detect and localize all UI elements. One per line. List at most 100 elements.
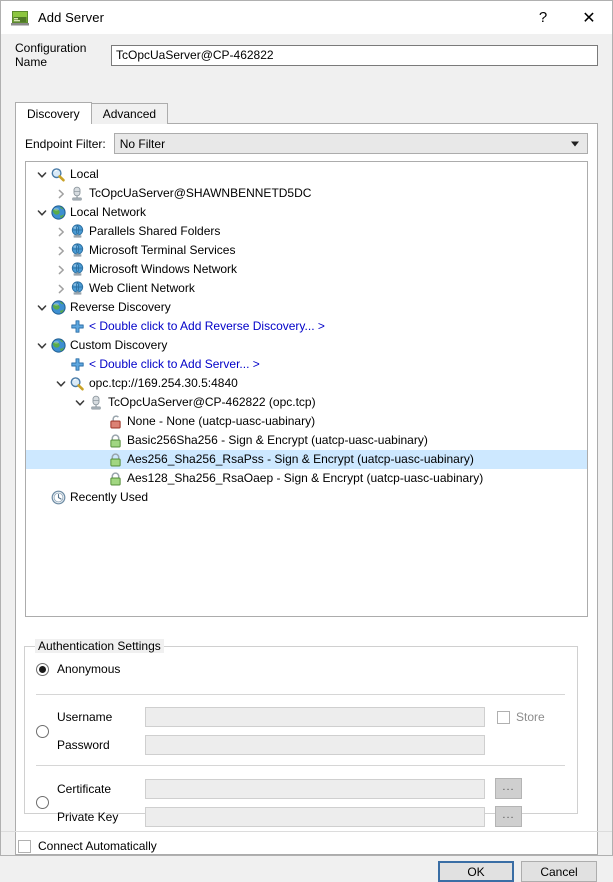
tree-item[interactable]: Aes256_Sha256_RsaPss - Sign & Encrypt (u… [26,450,587,469]
cancel-button[interactable]: Cancel [521,861,597,882]
configuration-name-input[interactable] [111,44,598,66]
chevron-down-icon[interactable] [34,336,49,355]
tree-item-label: < Double click to Add Server... > [89,357,260,371]
private-key-input[interactable] [145,806,485,827]
private-key-label: Private Key [57,809,119,824]
anonymous-radio[interactable] [36,662,49,676]
certificate-browse-button[interactable]: ... [495,778,522,799]
lock-icon [106,450,124,469]
authentication-settings-group: Authentication Settings Anonymous Userna… [24,639,578,827]
tree-item-label: Microsoft Terminal Services [89,243,236,257]
certificate-label: Certificate [57,781,112,796]
tree-item-label: Parallels Shared Folders [89,224,221,238]
help-button[interactable]: ? [520,1,566,34]
tree-item-label: Aes128_Sha256_RsaOaep - Sign & Encrypt (… [127,471,484,485]
tab-discovery[interactable]: Discovery [15,102,92,124]
chevron-down-icon[interactable] [34,298,49,317]
chevron-down-icon[interactable] [53,374,68,393]
tree-item-label: Web Client Network [89,281,195,295]
globe-icon [49,298,67,317]
tree-item[interactable]: < Double click to Add Reverse Discovery.… [26,317,587,336]
tree-item[interactable]: Microsoft Terminal Services [26,241,587,260]
tree-item[interactable]: Microsoft Windows Network [26,260,587,279]
tree-item-label: < Double click to Add Reverse Discovery.… [89,319,325,333]
certificate-option-block: Certificate ... Private Key ... [24,772,578,832]
endpoint-filter-value: No Filter [119,136,166,151]
connect-automatically-row[interactable]: Connect Automatically [18,839,157,853]
tree-item[interactable]: Basic256Sha256 - Sign & Encrypt (uatcp-u… [26,431,587,450]
auth-divider-1 [36,694,565,695]
endpoint-filter-dropdown[interactable]: No Filter [113,133,588,154]
tree-item[interactable]: opc.tcp://169.254.30.5:4840 [26,374,587,393]
chevron-right-icon[interactable] [53,279,68,298]
tree-item[interactable]: Reverse Discovery [26,298,587,317]
username-input[interactable] [145,707,485,727]
chevron-down-icon[interactable] [34,203,49,222]
server-app-icon [11,9,29,27]
lock-open-icon [106,412,124,431]
tree-item[interactable]: TcOpcUaServer@CP-462822 (opc.tcp) [26,393,587,412]
lock-icon [106,469,124,488]
tree-item-label: Local Network [70,205,147,219]
tree-item[interactable]: None - None (uatcp-uasc-uabinary) [26,412,587,431]
chevron-down-icon [571,141,579,146]
tree-item[interactable]: < Double click to Add Server... > [26,355,587,374]
chevron-down-icon[interactable] [34,165,49,184]
store-checkbox-wrap[interactable]: Store [497,710,545,724]
lock-icon [106,431,124,450]
password-input[interactable] [145,735,485,755]
window-title: Add Server [38,10,105,25]
tree-item[interactable]: Recently Used [26,488,587,507]
tree-item[interactable]: Parallels Shared Folders [26,222,587,241]
anonymous-label: Anonymous [57,662,121,676]
tree-item[interactable]: Web Client Network [26,279,587,298]
tab-advanced[interactable]: Advanced [90,103,169,124]
store-checkbox[interactable] [497,710,510,724]
discovery-tree[interactable]: Local TcOpcUaServer@SHAWNBENNETD5DC Local … [25,161,588,617]
auth-divider-2 [36,765,565,766]
tree-item-label: Local [70,167,99,181]
tree-item-label: TcOpcUaServer@SHAWNBENNETD5DC [89,186,312,200]
network-icon [68,222,86,241]
footer-divider [1,831,612,832]
private-key-browse-button[interactable]: ... [495,806,522,827]
chevron-right-icon[interactable] [53,222,68,241]
username-label: Username [57,710,113,724]
add-server-dialog: Add Server ? ✕ Configuration Name Discov… [0,0,613,882]
certificate-input[interactable] [145,778,485,799]
chevron-down-icon[interactable] [72,393,87,412]
certificate-radio[interactable] [36,795,49,809]
globe-icon [49,336,67,355]
configuration-name-label: Configuration Name [15,41,87,69]
tree-item[interactable]: Custom Discovery [26,336,587,355]
userpass-option-block: Username Store Password [24,701,578,761]
close-icon[interactable]: ✕ [566,1,612,34]
tree-item[interactable]: Local [26,165,587,184]
magnifier-icon [68,374,86,393]
dialog-content: Configuration Name Discovery Advanced En… [1,34,612,882]
dialog-buttons: OK Cancel [431,861,597,882]
title-bar-buttons: ? ✕ [520,1,612,34]
chevron-right-icon[interactable] [53,241,68,260]
chevron-right-icon[interactable] [53,184,68,203]
anonymous-option-row[interactable]: Anonymous [36,662,120,676]
network-icon [68,241,86,260]
auth-group-legend: Authentication Settings [35,639,164,653]
chevron-right-icon[interactable] [53,260,68,279]
connect-automatically-label: Connect Automatically [38,839,157,853]
tree-item[interactable]: Aes128_Sha256_RsaOaep - Sign & Encrypt (… [26,469,587,488]
ok-button[interactable]: OK [438,861,514,882]
tree-item[interactable]: Local Network [26,203,587,222]
tab-strip: Discovery Advanced [15,102,598,124]
title-bar: Add Server ? ✕ [1,1,612,34]
magnifier-icon [49,165,67,184]
userpass-radio[interactable] [36,724,49,738]
discovery-tree-list: Local TcOpcUaServer@SHAWNBENNETD5DC Local … [26,162,587,507]
connect-automatically-checkbox[interactable] [18,839,31,853]
clock-icon [49,488,67,507]
tree-item[interactable]: TcOpcUaServer@SHAWNBENNETD5DC [26,184,587,203]
